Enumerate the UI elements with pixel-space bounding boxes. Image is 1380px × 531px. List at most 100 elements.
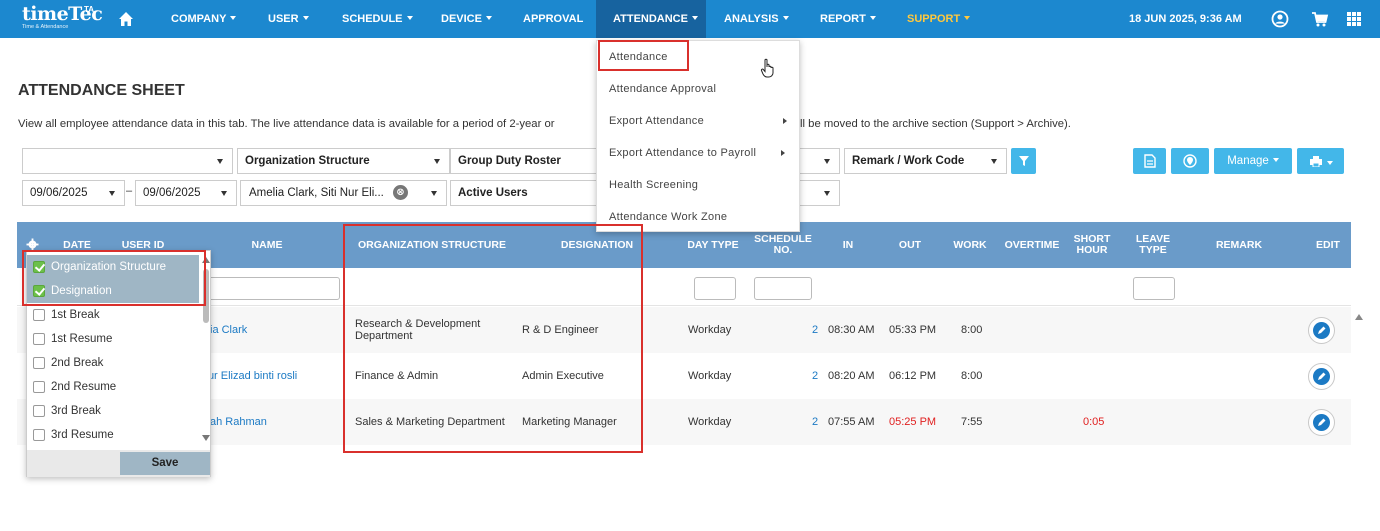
scrollbar-thumb[interactable] [203, 269, 209, 323]
col-work[interactable]: WORK [950, 222, 990, 268]
user-select[interactable]: Amelia Clark, Siti Nur Eli... [240, 180, 447, 206]
col-short-hour[interactable]: SHORT HOUR [1071, 222, 1113, 268]
pencil-icon [1313, 322, 1330, 339]
schedule-filter-input[interactable] [754, 277, 812, 300]
col-organization-structure[interactable]: ORGANIZATION STRUCTURE [347, 222, 517, 268]
organization-structure-select[interactable]: Organization Structure [237, 148, 450, 174]
schedule-no-link[interactable]: 2 [812, 307, 818, 353]
in-time-cell: 07:55 AM [828, 416, 875, 428]
chevron-down-icon [964, 16, 971, 21]
nav-support[interactable]: SUPPORT [907, 0, 971, 38]
leave-type-filter-input[interactable] [1133, 277, 1175, 300]
menu-item-attendance-work-zone[interactable]: Attendance Work Zone [597, 201, 801, 233]
filter-select-blank[interactable] [22, 148, 233, 174]
checkbox-icon[interactable] [33, 333, 45, 345]
designation-cell: R & D Engineer [522, 324, 599, 336]
name-filter-input[interactable] [207, 277, 340, 300]
remark-work-code-select[interactable]: Remark / Work Code [844, 148, 1007, 174]
timetec-logo[interactable]: timeTec TA Time & Attendance [22, 4, 106, 34]
menu-item-export-attendance-payroll[interactable]: Export Attendance to Payroll [597, 137, 801, 169]
column-chooser-scrollbar[interactable] [201, 251, 211, 448]
checkbox-icon[interactable] [33, 309, 45, 321]
edit-row-button[interactable] [1308, 409, 1335, 436]
printer-icon [1309, 156, 1322, 168]
scroll-down-arrow-icon[interactable] [202, 435, 210, 441]
grid-menu-icon[interactable] [1345, 10, 1363, 28]
checkbox-icon[interactable] [33, 405, 45, 417]
table-scroll-up-icon[interactable] [1355, 314, 1363, 320]
column-option-1st-resume[interactable]: 1st Resume [27, 327, 199, 351]
column-option-3rd-break[interactable]: 3rd Break [27, 399, 199, 423]
nav-report[interactable]: REPORT [820, 0, 876, 38]
roster-select-end[interactable] [800, 148, 840, 174]
checkbox-checked-icon[interactable] [33, 261, 45, 273]
date-to-input[interactable]: 09/06/2025 [135, 180, 237, 206]
user-status-select[interactable]: Active Users [450, 180, 600, 206]
column-option-designation[interactable]: Designation [27, 279, 199, 303]
column-option-3rd-resume[interactable]: 3rd Resume [27, 423, 199, 447]
chevron-down-icon [824, 191, 830, 196]
nav-device[interactable]: DEVICE [441, 0, 492, 38]
page-title: ATTENDANCE SHEET [18, 82, 185, 99]
day-type-filter-input[interactable] [694, 277, 736, 300]
col-remark[interactable]: REMARK [1209, 222, 1269, 268]
schedule-no-link[interactable]: 2 [812, 399, 818, 445]
scroll-up-arrow-icon[interactable] [202, 257, 210, 263]
schedule-no-link[interactable]: 2 [812, 353, 818, 399]
col-leave-type[interactable]: LEAVE TYPE [1131, 222, 1175, 268]
organization-cell: Finance & Admin [355, 370, 439, 382]
checkbox-icon[interactable] [33, 429, 45, 441]
map-location-button[interactable] [1171, 148, 1209, 174]
manage-button[interactable]: Manage [1214, 148, 1292, 174]
filter-button[interactable] [1011, 148, 1036, 174]
clear-selection-icon[interactable]: ⊗ [393, 185, 408, 200]
export-document-button[interactable] [1133, 148, 1166, 174]
employee-name-link[interactable]: ah Rahman [210, 399, 267, 445]
column-option-1st-break[interactable]: 1st Break [27, 303, 199, 327]
checkbox-icon[interactable] [33, 357, 45, 369]
nav-schedule[interactable]: SCHEDULE [342, 0, 413, 38]
nav-approval[interactable]: APPROVAL [523, 0, 583, 38]
nav-user[interactable]: USER [268, 0, 309, 38]
organization-cell: Research & Development Department [355, 318, 481, 342]
chevron-down-icon [221, 191, 227, 196]
user-profile-icon[interactable] [1271, 10, 1289, 28]
column-option-organization-structure[interactable]: Organization Structure [27, 255, 199, 279]
col-out[interactable]: OUT [893, 222, 927, 268]
day-type-cell: Workday [688, 324, 732, 336]
nav-analysis[interactable]: ANALYSIS [724, 0, 789, 38]
menu-item-health-screening[interactable]: Health Screening [597, 169, 801, 201]
col-edit[interactable]: EDIT [1313, 222, 1343, 268]
nav-attendance[interactable]: ATTENDANCE [596, 0, 706, 38]
nav-company[interactable]: COMPANY [171, 0, 237, 38]
hand-cursor-icon [760, 58, 774, 78]
col-overtime[interactable]: OVERTIME [1001, 222, 1063, 268]
group-duty-roster-select[interactable]: Group Duty Roster [450, 148, 600, 174]
chevron-down-icon [302, 16, 309, 21]
organization-cell: Sales & Marketing Department [355, 416, 505, 428]
date-from-input[interactable]: 09/06/2025 [22, 180, 125, 206]
column-option-2nd-resume[interactable]: 2nd Resume [27, 375, 199, 399]
pencil-icon [1313, 368, 1330, 385]
column-option-2nd-break[interactable]: 2nd Break [27, 351, 199, 375]
col-in[interactable]: IN [835, 222, 861, 268]
short-hour-cell: 0:05 [1083, 416, 1105, 428]
cart-icon[interactable] [1311, 10, 1329, 28]
column-chooser-popup: Organization Structure Designation 1st B… [26, 250, 211, 477]
col-name[interactable]: NAME [239, 222, 295, 268]
logo-mark: TA [84, 5, 95, 14]
home-icon[interactable] [118, 11, 134, 27]
print-button[interactable] [1297, 148, 1344, 174]
status-select-end[interactable] [800, 180, 840, 206]
employee-name-link[interactable]: Nur Elizad binti rosli [200, 353, 297, 399]
chevron-down-icon [406, 16, 413, 21]
checkbox-icon[interactable] [33, 381, 45, 393]
in-time-cell: 08:30 AM [828, 324, 875, 336]
edit-row-button[interactable] [1308, 363, 1335, 390]
checkbox-checked-icon[interactable] [33, 285, 45, 297]
edit-row-button[interactable] [1308, 317, 1335, 344]
employee-name-link[interactable]: ia Clark [210, 307, 247, 353]
save-columns-button[interactable]: Save [120, 452, 210, 475]
chevron-right-icon [783, 118, 787, 124]
menu-item-export-attendance[interactable]: Export Attendance [597, 105, 801, 137]
